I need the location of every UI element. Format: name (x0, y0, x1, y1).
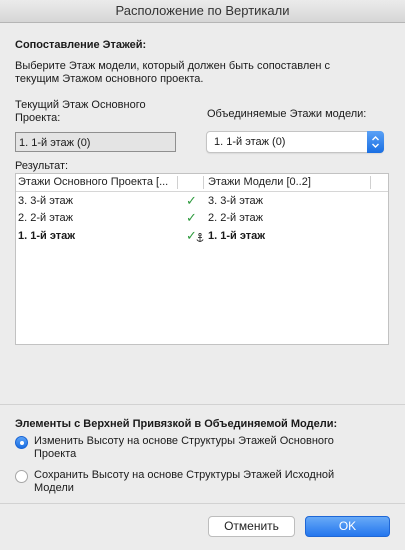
column-divider[interactable] (203, 176, 204, 189)
column-divider[interactable] (177, 176, 178, 189)
section-divider (0, 404, 405, 405)
main-floor-cell: 2. 2-й этаж (18, 212, 73, 224)
select-stepper-icon[interactable] (367, 131, 384, 153)
current-floor-label-line1: Текущий Этаж Основного (15, 99, 146, 111)
column-header-main-floors[interactable]: Этажи Основного Проекта [... (18, 176, 168, 188)
check-icon: ✓ (186, 210, 197, 225)
main-floor-cell: 1. 1-й этаж (18, 230, 76, 242)
ok-button[interactable]: OK (305, 516, 390, 537)
radio-keep-height-label-line2[interactable]: Модели (34, 482, 74, 494)
merged-floors-select-value: 1. 1-й этаж (0) (214, 136, 286, 148)
main-floor-cell: 3. 3-й этаж (18, 195, 73, 207)
radio-keep-height[interactable] (15, 470, 28, 483)
result-label: Результат: (15, 160, 69, 172)
radio-keep-height-label-line1[interactable]: Сохранить Высоту на основе Структуры Эта… (34, 469, 334, 481)
merged-floors-select[interactable]: 1. 1-й этаж (0) (206, 131, 384, 153)
mapping-description-line2: текущим Этажом основного проекта. (15, 73, 204, 85)
window-title: Расположение по Вертикали (0, 0, 405, 23)
check-icon: ✓ (186, 193, 197, 208)
model-floor-cell: 1. 1-й этаж (208, 230, 266, 242)
current-floor-field: 1. 1-й этаж (0) (15, 132, 176, 152)
column-divider[interactable] (370, 176, 371, 189)
result-table-header: Этажи Основного Проекта [... Этажи Модел… (16, 174, 388, 192)
current-floor-label-line2: Проекта: (15, 112, 61, 124)
column-header-model-floors[interactable]: Этажи Модели [0..2] (208, 176, 311, 188)
cancel-button[interactable]: Отменить (208, 516, 295, 537)
model-floor-cell: 2. 2-й этаж (208, 212, 263, 224)
model-floor-cell: 3. 3-й этаж (208, 195, 263, 207)
radio-change-height-label-line1[interactable]: Изменить Высоту на основе Структуры Этаж… (34, 435, 334, 447)
footer-divider (0, 503, 405, 504)
anchor-icon (196, 232, 204, 246)
result-table: Этажи Основного Проекта [... Этажи Модел… (15, 173, 389, 345)
mapping-heading: Сопоставление Этажей: (15, 39, 147, 51)
anchor-heading: Элементы с Верхней Привязкой в Объединяе… (15, 418, 338, 430)
radio-change-height-label-line2[interactable]: Проекта (34, 448, 76, 460)
radio-change-height[interactable] (15, 436, 28, 449)
merged-floors-label: Объединяемые Этажи модели: (207, 108, 367, 120)
mapping-description-line1: Выберите Этаж модели, который должен быт… (15, 60, 331, 72)
